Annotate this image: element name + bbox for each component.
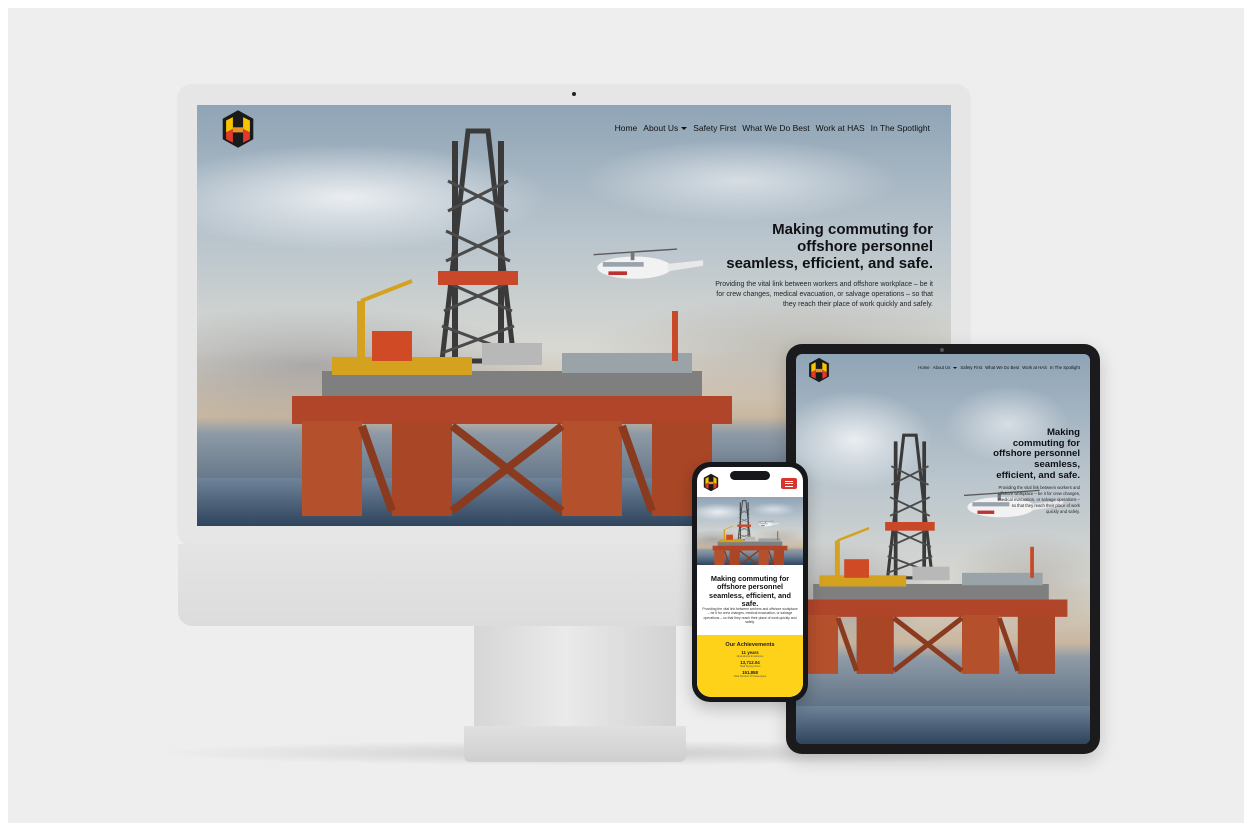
hero-title-line: efficient, and safe. (996, 469, 1080, 481)
oil-rig-image (262, 121, 762, 521)
monitor-stand (474, 626, 676, 726)
hero-subtitle: Providing the vital link between workers… (715, 280, 933, 310)
tablet-device: Home About Us Safety First What We Do Be… (786, 344, 1100, 754)
oil-rig-image (705, 499, 795, 565)
hero-image (697, 497, 803, 565)
hero-title: Making commuting for offshore personnel … (726, 221, 933, 272)
hero-subtitle: Providing the vital link between workers… (998, 485, 1080, 515)
hero-title: Making commuting for offshore personnel … (993, 427, 1080, 482)
hero-subtitle-line: for crew changes, medical evacuation, or… (716, 291, 933, 299)
tablet-display: Home About Us Safety First What We Do Be… (796, 354, 1090, 744)
nav-what-we-do[interactable]: What We Do Best (742, 123, 809, 133)
helicopter-image (755, 519, 779, 528)
nav-about-label: About Us (643, 123, 679, 133)
site-logo[interactable] (221, 110, 255, 148)
monitor-base (464, 726, 686, 762)
nav-work-at-has[interactable]: Work at HAS (1022, 365, 1047, 370)
nav-home[interactable]: Home (918, 365, 929, 370)
nav-safety-first[interactable]: Safety First (960, 365, 982, 370)
phone-display: Making commuting for offshore personnel … (697, 467, 803, 697)
nav-spotlight[interactable]: In The Spotlight (1050, 365, 1080, 370)
phone-device: Making commuting for offshore personnel … (692, 462, 808, 702)
chevron-down-icon (681, 127, 688, 131)
phone-notch (730, 471, 770, 480)
hero-subtitle: Providing the vital link between workers… (702, 607, 798, 625)
hero-subtitle-line: they reach their place of work quickly a… (782, 301, 933, 309)
hero-subtitle-line: Providing the vital link between workers… (715, 281, 933, 288)
hamburger-icon (785, 480, 793, 482)
stat-label: Total Number of Passengers (733, 675, 767, 678)
nav-about-us[interactable]: About Us (933, 365, 958, 370)
nav-spotlight[interactable]: In The Spotlight (871, 123, 930, 133)
nav-what-we-do[interactable]: What We Do Best (985, 365, 1019, 370)
achievements-title: Our Achievements (725, 642, 775, 648)
hero-title-line: seamless, efficient, and safe. (726, 254, 933, 272)
hero-title-line: offshore personnel (797, 237, 933, 255)
hero-subtitle-line: quickly and safely. (1046, 509, 1080, 515)
hero-title-line: Making commuting for (772, 221, 933, 238)
hamburger-menu-button[interactable] (781, 478, 797, 489)
hero-title: Making commuting for offshore personnel … (701, 574, 799, 609)
achievements-section: Our Achievements 11 years Operational Ex… (697, 635, 803, 697)
stat-label: Operational Excellence (736, 655, 764, 658)
nav-safety-first[interactable]: Safety First (693, 123, 736, 133)
camera-dot (572, 92, 576, 96)
nav-about-label: About Us (932, 365, 951, 370)
main-nav: Home About Us Safety First What We Do Be… (918, 365, 1080, 370)
site-logo[interactable] (703, 473, 719, 492)
helicopter-image (575, 239, 705, 287)
chevron-down-icon (953, 366, 958, 369)
main-nav: Home About Us Safety First What We Do Be… (615, 123, 930, 133)
nav-about-us[interactable]: About Us (643, 123, 688, 133)
nav-home[interactable]: Home (615, 123, 638, 133)
nav-work-at-has[interactable]: Work at HAS (816, 123, 865, 133)
site-logo[interactable] (808, 357, 830, 383)
stat-label: Total Flying Hours (739, 665, 761, 668)
camera-dot (940, 348, 944, 352)
